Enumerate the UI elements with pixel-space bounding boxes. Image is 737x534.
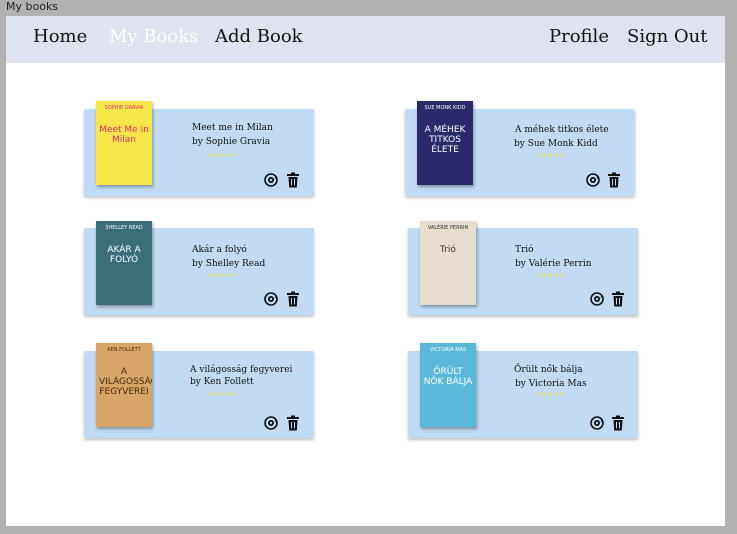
- rating-stars: ★★★★★: [208, 272, 238, 279]
- cover-title-text: Meet Me in Milan: [99, 125, 149, 145]
- cover-title-text: Trió: [440, 245, 456, 255]
- cover-title-text: A MÉHEK TITKOS ÉLETE: [424, 125, 466, 155]
- book-author: by Sophie Gravia: [192, 137, 271, 147]
- book-cover: KEN FOLLETT A VILÁGOSSÁG FEGYVEREI: [96, 343, 152, 427]
- cover-title-text: ŐRÜLT NŐK BÁLJA: [423, 367, 473, 387]
- book-cover: SHELLEY READ AKÁR A FOLYÓ: [96, 221, 152, 305]
- nav-add-book-link[interactable]: Add Book: [215, 26, 303, 47]
- trash-icon[interactable]: [285, 291, 301, 307]
- book-cover: VICTORIA MAS ŐRÜLT NŐK BÁLJA: [420, 343, 476, 427]
- cover-author-text: VALÉRIE PERRIN: [427, 225, 469, 231]
- cover-author-text: KEN FOLLETT: [107, 347, 141, 353]
- rating-stars: ★★★★★: [536, 272, 566, 279]
- book-cover: SUE MONK KIDD A MÉHEK TITKOS ÉLETE: [417, 101, 473, 185]
- trash-icon[interactable]: [606, 172, 622, 188]
- book-title: Akár a folyó: [192, 245, 247, 255]
- book-author: by Valérie Perrin: [515, 259, 592, 269]
- book-title: A méhek titkos élete: [515, 125, 609, 135]
- rating-stars: ★★★★★: [208, 152, 238, 159]
- refresh-settings-icon[interactable]: [585, 172, 601, 188]
- book-cover: SOPHIE GRAVIA Meet Me in Milan: [96, 101, 152, 185]
- book-author: by Shelley Read: [192, 259, 266, 269]
- cover-author-text: SOPHIE GRAVIA: [104, 105, 144, 111]
- book-title: Meet me in Milan: [192, 123, 273, 133]
- refresh-settings-icon[interactable]: [589, 415, 605, 431]
- cover-author-text: VICTORIA MAS: [429, 347, 467, 353]
- rating-stars: ★★★★★: [208, 391, 238, 398]
- refresh-settings-icon[interactable]: [263, 415, 279, 431]
- nav-my-books-link[interactable]: My Books: [109, 26, 198, 47]
- nav-sign-out-link[interactable]: Sign Out: [627, 26, 708, 47]
- book-title: A világosság fegyverei: [190, 365, 293, 375]
- trash-icon[interactable]: [610, 415, 626, 431]
- top-navbar: Home My Books Add Book Profile Sign Out: [6, 16, 725, 63]
- trash-icon[interactable]: [285, 172, 301, 188]
- book-title: Trió: [515, 245, 534, 255]
- refresh-settings-icon[interactable]: [589, 291, 605, 307]
- nav-profile-link[interactable]: Profile: [549, 26, 609, 47]
- nav-home-link[interactable]: Home: [33, 26, 87, 47]
- book-author: by Sue Monk Kidd: [514, 139, 598, 149]
- cover-author-text: SUE MONK KIDD: [424, 105, 466, 111]
- trash-icon[interactable]: [610, 291, 626, 307]
- cover-author-text: SHELLEY READ: [105, 225, 143, 231]
- cover-title-text: AKÁR A FOLYÓ: [107, 245, 141, 265]
- refresh-settings-icon[interactable]: [263, 172, 279, 188]
- cover-title-text: A VILÁGOSSÁG FEGYVEREI: [99, 367, 152, 397]
- app-window: Home My Books Add Book Profile Sign Out …: [6, 16, 725, 526]
- book-author: by Victoria Mas: [515, 379, 587, 389]
- trash-icon[interactable]: [285, 415, 301, 431]
- window-title: My books: [6, 0, 59, 13]
- rating-stars: ★★★★★: [536, 152, 566, 159]
- book-cover: VALÉRIE PERRIN Trió: [420, 221, 476, 305]
- refresh-settings-icon[interactable]: [263, 291, 279, 307]
- book-title: Őrült nők bálja: [514, 365, 583, 375]
- rating-stars: ★★★★★: [536, 391, 566, 398]
- book-author: by Ken Follett: [190, 377, 254, 387]
